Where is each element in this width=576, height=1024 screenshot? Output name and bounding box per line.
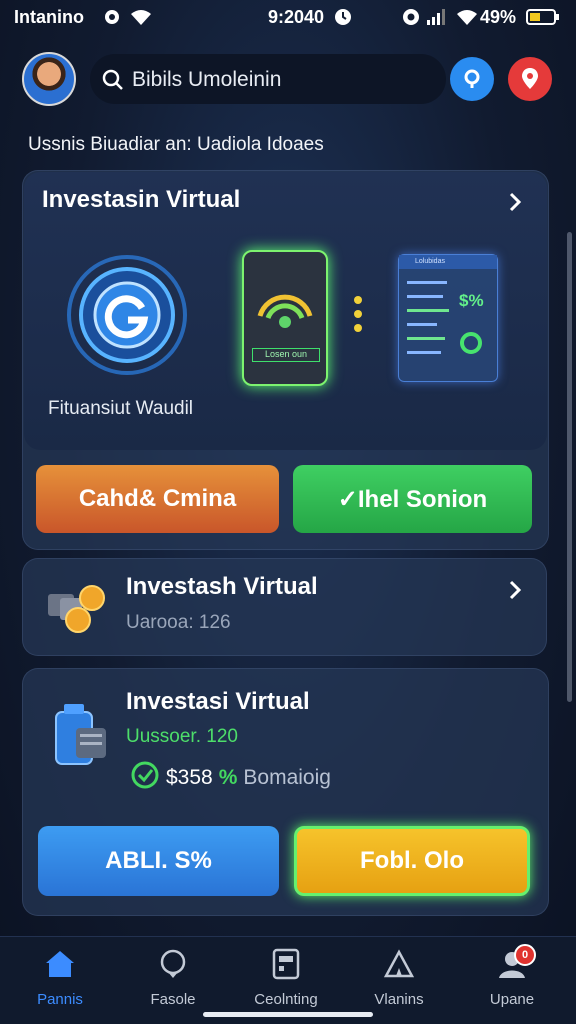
chart-lines-icon xyxy=(407,281,482,354)
help-button[interactable] xyxy=(450,57,494,101)
card-second-subtitle: Uarooa: 126 xyxy=(126,612,231,633)
help-icon xyxy=(464,69,480,88)
nav-label-accounting: Ceolnting xyxy=(254,991,318,1008)
notification-badge: 0 xyxy=(514,944,536,966)
card-third-left-button[interactable]: ABLI. S% xyxy=(38,826,279,896)
tent-icon xyxy=(383,949,415,978)
card-main-title: Investasin Virtual xyxy=(42,186,241,213)
card-third-stats-row: $358 % Bomaioig xyxy=(130,760,331,796)
search-text: Bibils Umoleinin xyxy=(132,68,282,91)
nav-label-plans: Vlanins xyxy=(374,991,424,1008)
card-third-tail: Bomaioig xyxy=(243,766,331,789)
card-main-left-button[interactable]: Cahd& Cmina xyxy=(36,465,279,533)
nav-item-messages[interactable]: Fasole xyxy=(123,948,223,1008)
home-indicator[interactable] xyxy=(203,1012,373,1017)
nav-item-accounting[interactable]: Ceolnting xyxy=(236,948,336,1008)
page-subtitle: Ussnis Biuadiar an: Uadiola Idoaes xyxy=(28,134,324,155)
signal-icon xyxy=(426,8,446,31)
wifi-signal-icon xyxy=(257,294,313,328)
check-circle-icon xyxy=(130,760,160,796)
nav-item-profile[interactable]: Upane xyxy=(462,948,562,1008)
card-third-percent: % xyxy=(218,766,238,789)
phone-label: Losen oun xyxy=(252,348,320,362)
chat-bubble-icon xyxy=(160,949,186,978)
dashboard-illustration: Lolubidas $% xyxy=(398,254,498,382)
card-third-title: Investasi Virtual xyxy=(126,688,310,715)
wifi-icon xyxy=(130,8,152,31)
avatar[interactable] xyxy=(22,52,76,106)
alarm-icon xyxy=(102,8,122,31)
notification-button[interactable] xyxy=(508,57,552,101)
card-main-right-button[interactable]: ✓Ihel Sonion xyxy=(293,465,532,533)
card-third-right-button[interactable]: Fobl. Olo xyxy=(294,826,530,896)
carrier-label: Intanino xyxy=(14,7,84,27)
coins-icon xyxy=(46,580,110,641)
nav-label-home: Pannis xyxy=(37,991,83,1008)
alarm-clock-icon xyxy=(334,8,352,31)
card-third-amount: $358 xyxy=(166,766,213,789)
nav-item-plans[interactable]: Vlanins xyxy=(349,948,449,1008)
scrollbar[interactable] xyxy=(567,232,572,702)
shield-g-icon xyxy=(62,250,192,380)
home-icon xyxy=(46,951,74,977)
nav-item-home[interactable]: Pannis xyxy=(10,948,110,1008)
chevron-right-icon[interactable] xyxy=(505,190,525,219)
battery-percent: 49% xyxy=(480,7,517,27)
calculator-icon xyxy=(272,948,300,980)
clock-label: 9:2040 xyxy=(268,7,325,27)
search-bar[interactable]: Bibils Umoleinin xyxy=(90,54,446,104)
battery-icon xyxy=(526,9,560,30)
nav-label-messages: Fasole xyxy=(150,991,196,1008)
search-icon xyxy=(100,67,126,98)
alert-pin-icon xyxy=(522,68,538,89)
vpn-icon xyxy=(402,8,420,31)
card-main-caption: Fituansiut Waudil xyxy=(48,398,194,419)
chevron-right-icon[interactable] xyxy=(505,578,525,607)
wifi-icon-right xyxy=(456,8,478,31)
nav-label-profile: Upane xyxy=(489,991,535,1008)
card-third-subtitle: Uussoer. 120 xyxy=(126,726,238,747)
server-box-icon xyxy=(50,702,110,777)
status-bar: Intanino 9:2040 49% xyxy=(0,0,576,34)
phone-illustration: Losen oun xyxy=(242,250,328,386)
dots-decoration xyxy=(352,294,364,339)
card-second-title: Investash Virtual xyxy=(126,573,318,600)
